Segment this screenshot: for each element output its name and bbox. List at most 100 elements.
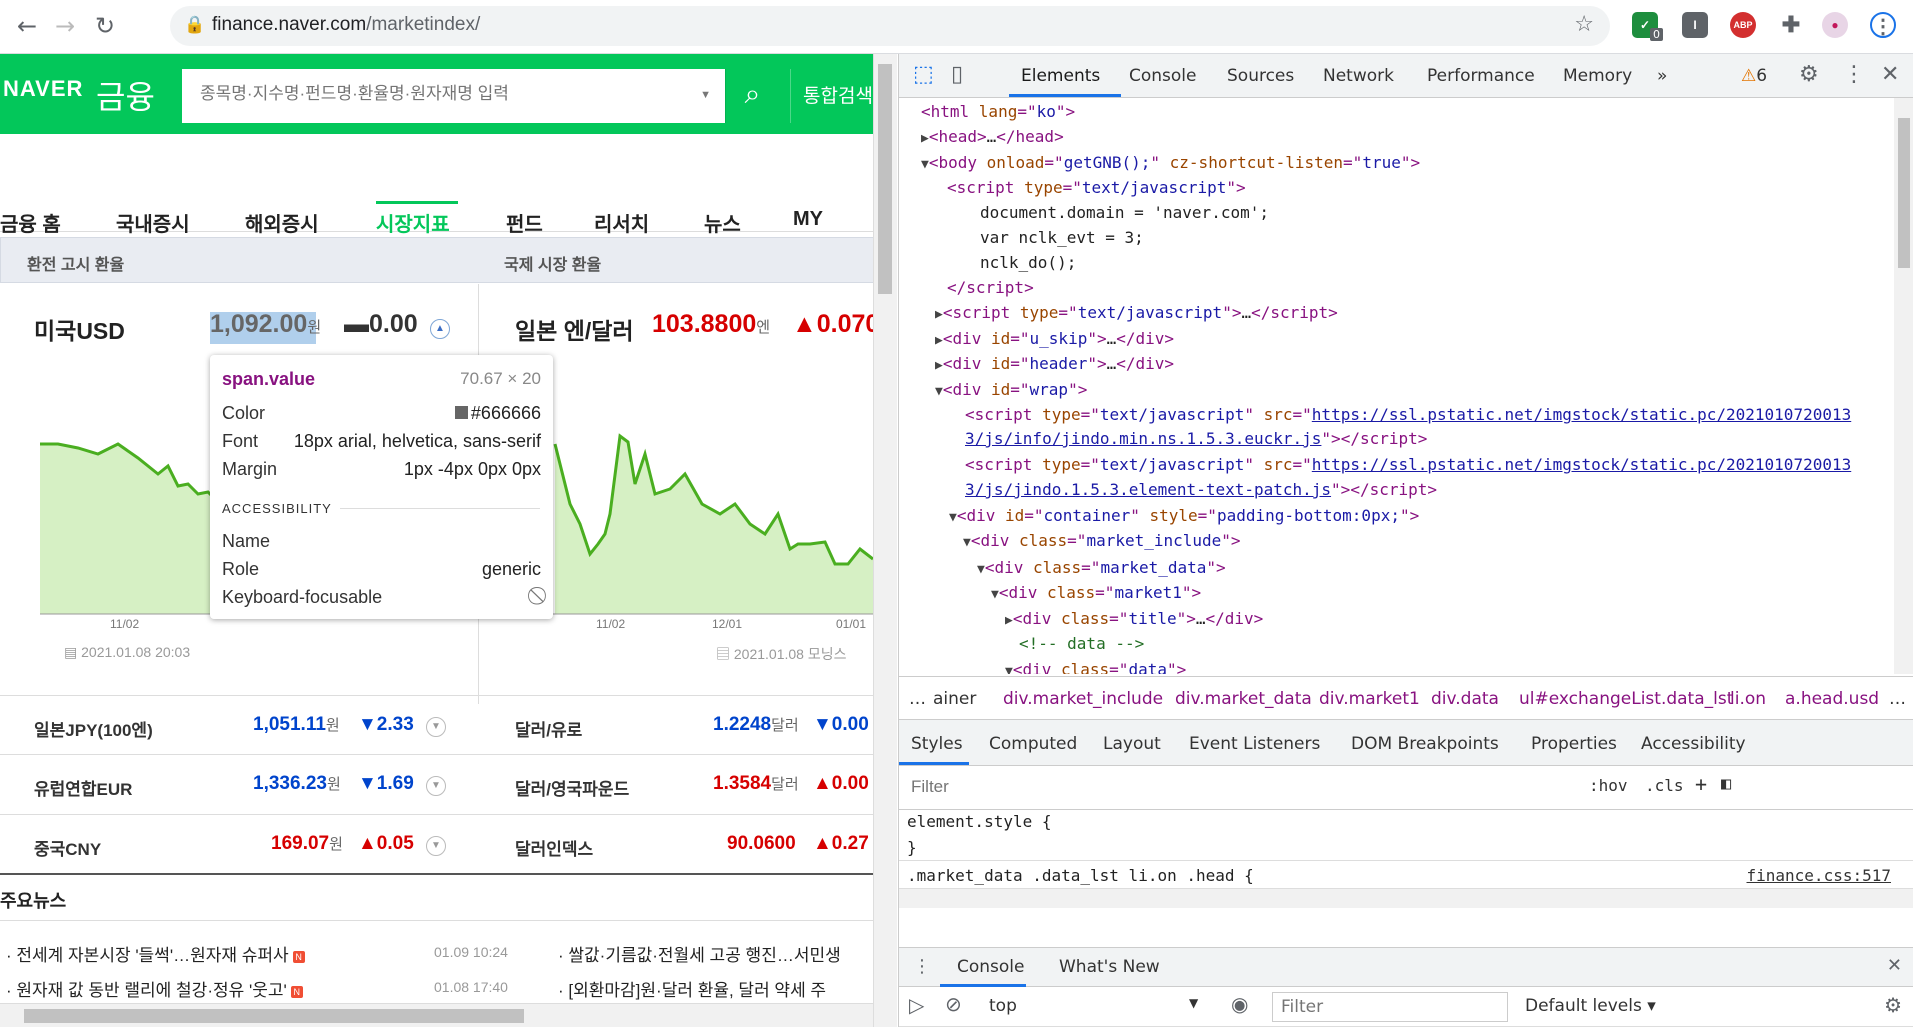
css-rule-selector[interactable]: .market_data .data_lst li.on .head {	[907, 866, 1254, 885]
dom-node[interactable]: <script type="text/javascript" src="http…	[965, 402, 1851, 427]
tab-layout[interactable]: Layout	[1103, 734, 1161, 754]
rate-row-eur-usd[interactable]: 달러/유로 1.2248달러 ▼0.00	[479, 695, 873, 755]
chevron-down-icon[interactable]: ▼	[426, 776, 446, 796]
reload-button[interactable]: ↻	[88, 9, 122, 43]
dom-node[interactable]: ▼<div class="data">	[1005, 657, 1186, 674]
search-button[interactable]: ⌕	[725, 69, 779, 123]
close-drawer-icon[interactable]: ✕	[1887, 955, 1902, 976]
breadcrumb-overflow[interactable]: …	[1889, 689, 1906, 709]
chevron-down-icon[interactable]: ▼	[426, 836, 446, 856]
integrated-search-button[interactable]: 통합검색	[790, 69, 873, 123]
search-input[interactable]	[198, 83, 678, 105]
tab-properties[interactable]: Properties	[1531, 734, 1617, 754]
tab-elements[interactable]: Elements	[1021, 66, 1100, 86]
tab-performance[interactable]: Performance	[1427, 66, 1535, 86]
dom-node[interactable]: ▼<div id="wrap">	[935, 377, 1087, 404]
chevron-down-icon[interactable]: ▼	[426, 717, 446, 737]
styles-filter-input[interactable]	[909, 776, 1309, 798]
breadcrumb-item[interactable]: li.on	[1730, 689, 1766, 709]
dom-node[interactable]: ▶<div id="header">…</div>	[935, 351, 1174, 378]
tab-computed[interactable]: Computed	[989, 734, 1077, 754]
breadcrumb-item[interactable]: a.head.usd	[1785, 689, 1879, 709]
close-icon[interactable]: ✕	[1881, 62, 1899, 87]
nav-funds[interactable]: 펀드	[506, 208, 543, 237]
class-toggle-button[interactable]: .cls	[1645, 776, 1684, 795]
news-item[interactable]: · 전세계 자본시장 '들썩'…원자재 슈퍼사 N	[6, 941, 305, 966]
extension-reader-icon[interactable]: I	[1682, 12, 1708, 38]
nav-global-stocks[interactable]: 해외증시	[245, 208, 319, 237]
dom-node[interactable]: ▼<div class="market1">	[991, 580, 1201, 607]
inspect-element-icon[interactable]: ⬚	[913, 62, 934, 87]
breadcrumb-overflow[interactable]: …	[909, 689, 926, 709]
breadcrumb-item[interactable]: div.data	[1431, 689, 1499, 709]
naver-logo[interactable]: NAVER	[3, 76, 83, 102]
dom-node[interactable]: ▶<div id="u_skip">…</div>	[935, 326, 1174, 353]
drawer-tab-console[interactable]: Console	[957, 957, 1025, 977]
drawer-tab-whats-new[interactable]: What's New	[1059, 957, 1160, 977]
log-levels-dropdown[interactable]: Default levels ▾	[1525, 996, 1656, 1016]
css-source-link[interactable]: finance.css:517	[1747, 866, 1892, 885]
dom-node[interactable]: </script>	[947, 275, 1034, 300]
tab-accessibility[interactable]: Accessibility	[1641, 734, 1746, 754]
chevron-down-icon[interactable]: ▼	[700, 89, 711, 101]
breadcrumb-item[interactable]: div.market_data	[1175, 689, 1312, 709]
dom-node[interactable]: ▶<script type="text/javascript">…</scrip…	[935, 300, 1338, 327]
bookmark-star-icon[interactable]: ☆	[1574, 12, 1594, 37]
eye-icon[interactable]: ◉	[1231, 992, 1248, 1016]
breadcrumb-item[interactable]: ul#exchangeList.data_lst	[1519, 689, 1733, 709]
usd-name[interactable]: 미국USD	[34, 312, 125, 346]
nav-research[interactable]: 리서치	[594, 208, 649, 237]
tab-event-listeners[interactable]: Event Listeners	[1189, 734, 1320, 754]
nav-domestic-stocks[interactable]: 국내증시	[116, 208, 190, 237]
tab-memory[interactable]: Memory	[1563, 66, 1632, 86]
nav-finance-home[interactable]: 금융 홈	[0, 208, 61, 237]
dom-scrollbar[interactable]	[1894, 98, 1913, 674]
adblock-icon[interactable]: ABP	[1730, 12, 1756, 38]
kebab-menu-icon[interactable]: ⋮	[1843, 62, 1865, 87]
back-button[interactable]: ←	[10, 9, 44, 43]
tab-network[interactable]: Network	[1323, 66, 1394, 86]
dom-node[interactable]: ▼<body onload="getGNB();" cz-shortcut-li…	[921, 150, 1420, 177]
profile-avatar-icon[interactable]: ●	[1822, 12, 1848, 38]
tab-styles[interactable]: Styles	[911, 734, 963, 754]
dom-node[interactable]: <html lang="ko">	[921, 99, 1075, 124]
address-bar[interactable]: 🔒 finance.naver.com/marketindex/ ☆	[170, 6, 1610, 46]
panel-title-international[interactable]: 국제 시장 환율	[478, 237, 873, 283]
warning-icon[interactable]: ⚠6	[1741, 66, 1767, 86]
nav-my[interactable]: MY	[793, 208, 823, 231]
breadcrumb-item[interactable]: ainer	[933, 689, 976, 709]
jpy-usd-value[interactable]: 103.8800엔	[652, 310, 770, 339]
rate-row-eur[interactable]: 유럽연합EUR 1,336.23원 ▼1.69 ▼	[0, 755, 479, 815]
news-item[interactable]: · [외환마감]원·달러 환율, 달러 약세 주	[558, 976, 826, 1001]
panel-title-exchange[interactable]: 환전 고시 환율	[0, 237, 479, 283]
forward-button[interactable]: →	[48, 9, 82, 43]
page-vertical-scrollbar[interactable]	[873, 54, 897, 1027]
dom-node[interactable]: <script type="text/javascript" src="http…	[965, 452, 1851, 477]
dom-node[interactable]: ▼<div id="container" style="padding-bott…	[949, 503, 1419, 530]
styles-horizontal-scrollbar[interactable]	[899, 888, 1913, 908]
device-toolbar-icon[interactable]: ▯	[951, 62, 963, 87]
clear-console-icon[interactable]: ⊘	[945, 992, 962, 1016]
extensions-puzzle-icon[interactable]: ✚	[1778, 12, 1804, 38]
console-settings-icon[interactable]: ⚙	[1884, 993, 1902, 1017]
tab-sources[interactable]: Sources	[1227, 66, 1294, 86]
more-tabs-button[interactable]: »	[1657, 66, 1667, 86]
drawer-menu-icon[interactable]: ⋮	[913, 956, 931, 977]
usd-chevron-up-icon[interactable]: ▲	[430, 319, 450, 339]
tab-dom-breakpoints[interactable]: DOM Breakpoints	[1351, 734, 1499, 754]
jpy-usd-name[interactable]: 일본 엔/달러	[515, 312, 634, 346]
dom-node[interactable]: ▶<head>…</head>	[921, 124, 1064, 151]
rate-row-gbp-usd[interactable]: 달러/영국파운드 1.3584달러 ▲0.00	[479, 755, 873, 815]
context-select[interactable]: top	[989, 996, 1017, 1016]
usd-value[interactable]: 1,092.00원	[210, 310, 321, 339]
hover-state-button[interactable]: :hov	[1589, 776, 1628, 795]
scrollbar-thumb[interactable]	[878, 64, 892, 294]
breadcrumb-item[interactable]: div.market1	[1319, 689, 1420, 709]
settings-gear-icon[interactable]: ⚙	[1799, 62, 1819, 87]
dom-node[interactable]: ▼<div class="market_data">	[977, 555, 1226, 582]
scrollbar-thumb[interactable]	[1898, 118, 1910, 268]
breadcrumb-item[interactable]: div.market_include	[1003, 689, 1163, 709]
finance-logo[interactable]: 금융	[96, 72, 155, 118]
dom-node[interactable]: <script type="text/javascript">	[947, 175, 1246, 200]
toggle-sidebar-icon[interactable]: ◧	[1721, 774, 1731, 794]
